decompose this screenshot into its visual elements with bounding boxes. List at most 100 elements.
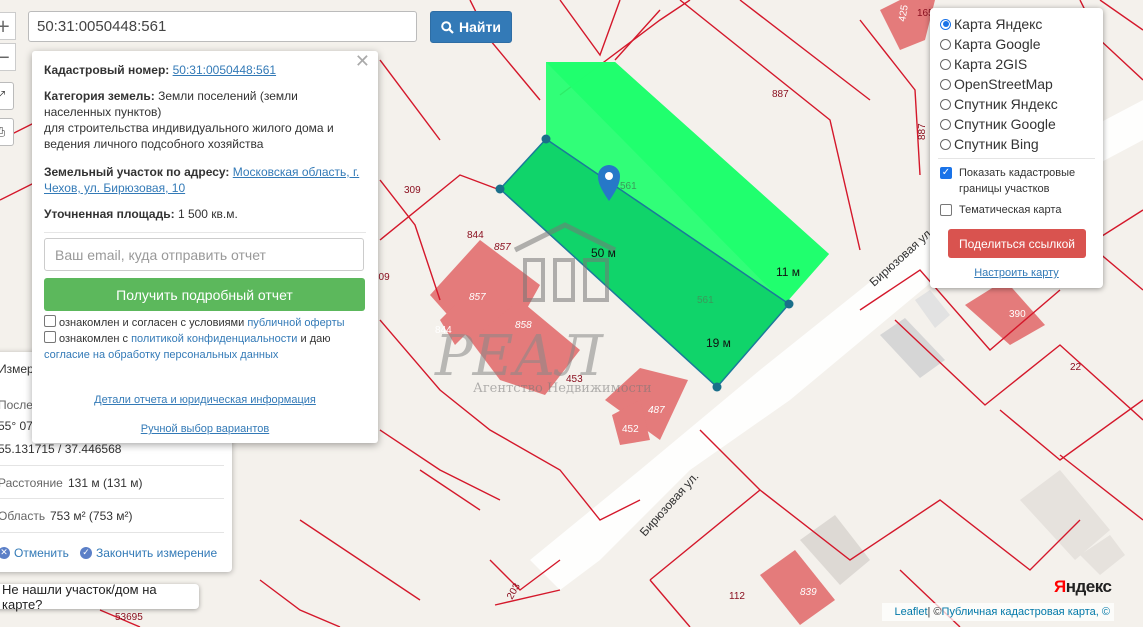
privacy-policy-link[interactable]: политикой конфиденциальности bbox=[131, 333, 297, 345]
consent-privacy-mid: и даю bbox=[300, 333, 331, 345]
fullscreen-icon[interactable]: ⤢ bbox=[0, 82, 14, 110]
measure-cancel-button[interactable]: ✕ Отменить bbox=[0, 546, 69, 560]
get-report-button[interactable]: Получить подробный отчет bbox=[44, 278, 365, 311]
layer-option-bing-satellite[interactable]: Спутник Bing bbox=[940, 135, 1039, 153]
show-cadastral-toggle[interactable]: ✓ Показать кадастровые границы участков bbox=[940, 165, 1090, 197]
map-layers-panel: Карта Яндекс Карта Google Карта 2GIS Ope… bbox=[930, 8, 1103, 288]
radio-icon[interactable] bbox=[940, 118, 951, 130]
layer-option-label: OpenStreetMap bbox=[954, 76, 1053, 92]
report-details-link[interactable]: Детали отчета и юридическая информация bbox=[32, 392, 378, 408]
public-offer-link[interactable]: публичной оферты bbox=[247, 317, 344, 329]
dimension-label: 11 м bbox=[776, 265, 800, 279]
measure-area-value: 753 м² (753 м²) bbox=[50, 509, 133, 523]
configure-map-link[interactable]: Настроить карту bbox=[930, 267, 1103, 279]
parcel-label: 844 bbox=[467, 230, 484, 241]
zoom-out-button[interactable]: − bbox=[0, 43, 16, 71]
email-field[interactable] bbox=[44, 238, 364, 271]
consent-privacy-text: ознакомлен с bbox=[59, 333, 129, 345]
parcel-label: 857 bbox=[469, 292, 486, 303]
map-marker-dot bbox=[605, 172, 613, 180]
consent-offer-checkbox[interactable] bbox=[44, 315, 56, 327]
land-category-value-2: населенных пунктов) bbox=[44, 105, 162, 119]
measure-finish-label: Закончить измерение bbox=[96, 546, 218, 560]
measure-distance-label: Расстояние bbox=[0, 476, 63, 490]
parcel-label: 22 bbox=[1070, 362, 1082, 373]
parcel-label: 887 bbox=[917, 123, 928, 140]
layer-option-yandex-map[interactable]: Карта Яндекс bbox=[940, 15, 1042, 33]
print-icon[interactable]: ⎙ bbox=[0, 118, 14, 146]
cancel-icon: ✕ bbox=[0, 547, 10, 559]
search-button[interactable]: Найти bbox=[430, 11, 512, 43]
parcel-label: 839 bbox=[800, 587, 817, 598]
layer-option-label: Спутник Bing bbox=[954, 136, 1039, 152]
layer-option-label: Карта Яндекс bbox=[954, 16, 1043, 32]
measure-title: Измер bbox=[0, 362, 34, 376]
layer-option-google-map[interactable]: Карта Google bbox=[940, 35, 1041, 53]
not-found-label: Не нашли участок/дом на карте? bbox=[2, 581, 157, 612]
parcel-label: 452 bbox=[622, 424, 639, 435]
measure-finish-button[interactable]: ✓ Закончить измерение bbox=[80, 546, 217, 560]
measure-cancel-label: Отменить bbox=[14, 546, 69, 560]
watermark-text: Агентство Недвижимости bbox=[473, 381, 652, 396]
address-row: Земельный участок по адресу: Московская … bbox=[44, 164, 366, 196]
radio-icon[interactable] bbox=[940, 98, 951, 110]
land-category-value-1: Земли поселений (земли bbox=[158, 89, 298, 103]
search-icon bbox=[441, 20, 454, 34]
check-icon: ✓ bbox=[80, 547, 92, 559]
layer-option-label: Карта 2GIS bbox=[954, 56, 1028, 72]
manual-selection-link[interactable]: Ручной выбор вариантов bbox=[32, 421, 378, 437]
parcel-label: 561 bbox=[697, 295, 714, 306]
share-link-button[interactable]: Поделиться ссылкой bbox=[948, 229, 1086, 258]
cadastral-number-label: Кадастровый номер: bbox=[44, 63, 170, 77]
measure-distance-value: 131 м (131 м) bbox=[68, 476, 143, 490]
layer-option-2gis-map[interactable]: Карта 2GIS bbox=[940, 55, 1027, 73]
attribution-sep: | © bbox=[927, 606, 942, 618]
checkbox-checked-icon[interactable]: ✓ bbox=[940, 167, 952, 179]
radio-icon[interactable] bbox=[940, 38, 951, 50]
consent-offer-text: ознакомлен и согласен с условиями bbox=[59, 317, 245, 329]
parcel-label: 53695 bbox=[115, 612, 143, 623]
leaflet-link[interactable]: Leaflet bbox=[894, 606, 927, 618]
show-cadastral-label: Показать кадастровые границы участков bbox=[959, 167, 1076, 195]
measure-area-label: Область bbox=[0, 509, 46, 523]
layer-option-google-satellite[interactable]: Спутник Google bbox=[940, 115, 1056, 133]
search-input[interactable] bbox=[28, 11, 417, 42]
parcel-label: 561 bbox=[620, 181, 637, 192]
land-purpose-2: ведения личного подсобного хозяйства bbox=[44, 137, 264, 151]
address-link-2[interactable]: Чехов, ул. Бирюзовая, 10 bbox=[44, 181, 185, 195]
parcel-label: 857 bbox=[494, 242, 511, 253]
radio-icon[interactable] bbox=[940, 78, 951, 90]
dimension-label: 50 м bbox=[591, 246, 616, 260]
radio-icon[interactable] bbox=[940, 138, 951, 150]
consent-privacy-row: ознакомлен с политикой конфиденциальност… bbox=[44, 331, 366, 363]
parcel-label: 887 bbox=[772, 89, 789, 100]
address-link-1[interactable]: Московская область, г. bbox=[233, 165, 359, 179]
area-row: Уточненная площадь: 1 500 кв.м. bbox=[44, 206, 366, 222]
attribution-bar: Leaflet | © Публичная кадастровая карта,… bbox=[882, 603, 1114, 621]
radio-icon[interactable] bbox=[940, 58, 951, 70]
parcel-label: 487 bbox=[648, 405, 665, 416]
consent-offer-row: ознакомлен и согласен с условиями публич… bbox=[44, 315, 366, 331]
layer-option-yandex-satellite[interactable]: Спутник Яндекс bbox=[940, 95, 1058, 113]
parcel-label: 858 bbox=[515, 320, 532, 331]
zoom-in-button[interactable]: + bbox=[0, 12, 16, 40]
radio-selected-icon[interactable] bbox=[940, 18, 951, 30]
not-found-button[interactable]: Не нашли участок/дом на карте? bbox=[0, 581, 199, 612]
layer-option-osm[interactable]: OpenStreetMap bbox=[940, 75, 1053, 93]
share-link-label: Поделиться ссылкой bbox=[959, 236, 1075, 251]
consent-privacy-checkbox[interactable] bbox=[44, 331, 56, 343]
pkk-link[interactable]: Публичная кадастровая карта, © bbox=[942, 606, 1110, 618]
address-label: Земельный участок по адресу: bbox=[44, 165, 230, 179]
thematic-map-toggle[interactable]: Тематическая карта bbox=[940, 202, 1061, 218]
checkbox-icon[interactable] bbox=[940, 204, 952, 216]
cadastral-number-row: Кадастровый номер: 50:31:0050448:561 bbox=[44, 62, 366, 78]
dimension-label: 19 м bbox=[706, 336, 731, 350]
land-category-row: Категория земель: Земли поселений (земли… bbox=[44, 88, 366, 152]
cadastral-number-link[interactable]: 50:31:0050448:561 bbox=[173, 63, 276, 77]
parcel-label: 453 bbox=[566, 374, 583, 385]
measure-coords: 55.131715 / 37.446568 bbox=[0, 442, 122, 456]
get-report-label: Получить подробный отчет bbox=[116, 286, 293, 303]
search-button-label: Найти bbox=[459, 19, 501, 35]
parcel-label: 844 bbox=[435, 325, 452, 336]
personal-data-consent-link[interactable]: согласие на обработку персональных данны… bbox=[44, 349, 278, 361]
